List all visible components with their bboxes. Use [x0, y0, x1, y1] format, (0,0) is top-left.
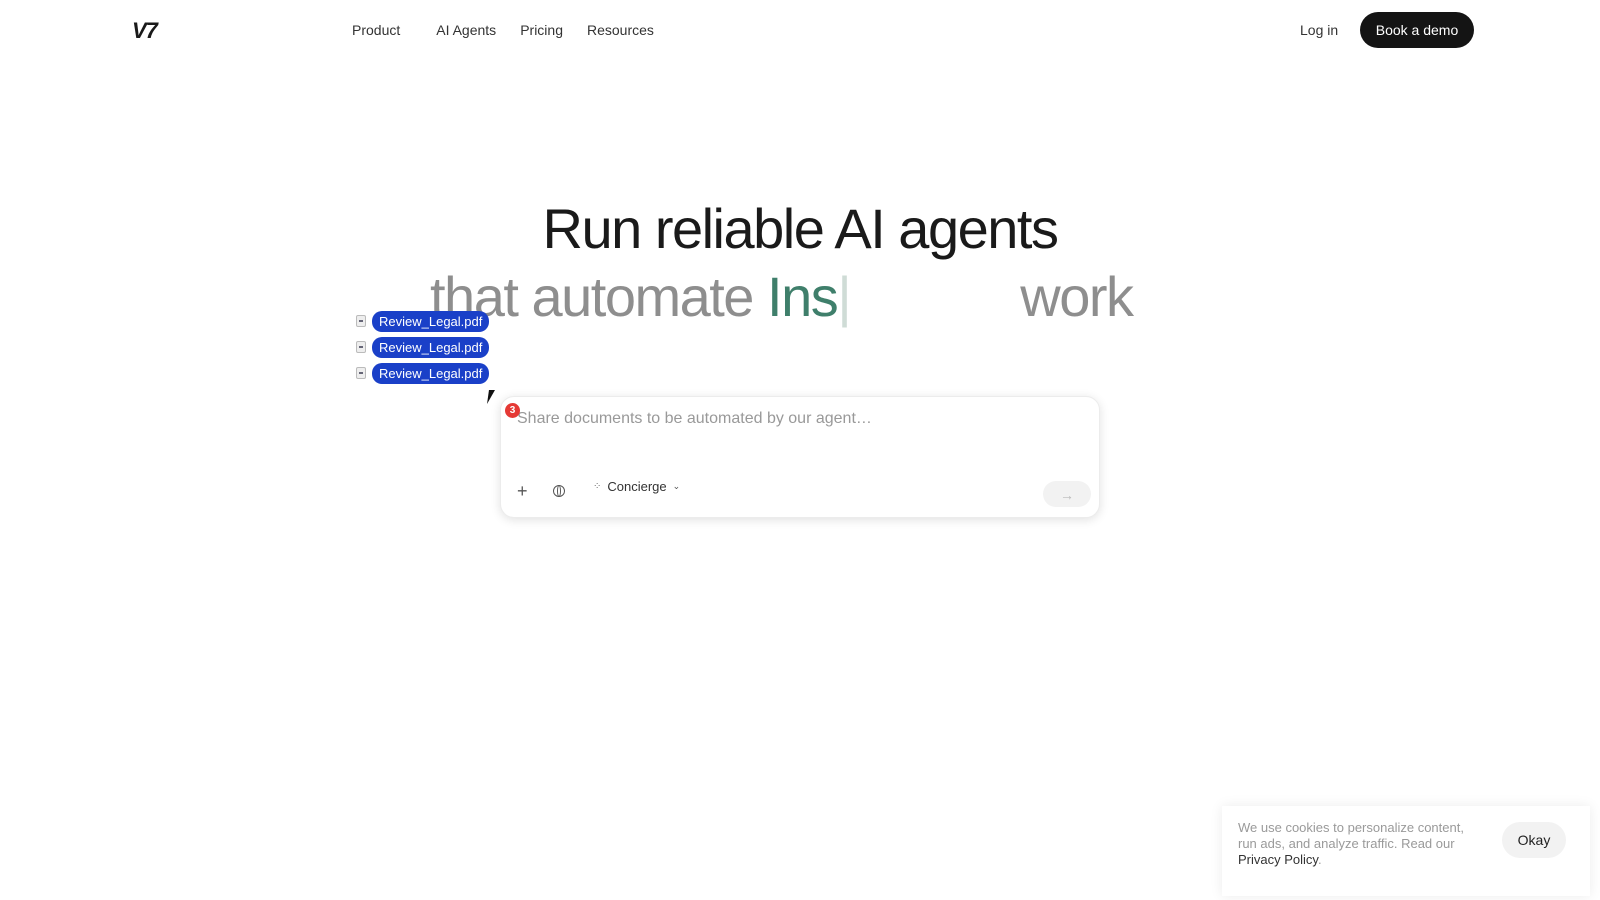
main-nav: Product AI Agents Pricing Resources: [352, 22, 678, 38]
privacy-policy-link[interactable]: Privacy Policy: [1238, 852, 1318, 867]
agent-select[interactable]: ⁘ Concierge ⌄: [593, 479, 680, 494]
pdf-file-icon: [356, 341, 366, 353]
send-button[interactable]: →: [1043, 481, 1091, 507]
cookie-banner: We use cookies to personalize content, r…: [1222, 806, 1590, 896]
composer-input[interactable]: [515, 409, 1079, 429]
cookie-message: We use cookies to personalize content, r…: [1238, 820, 1464, 851]
hero-subtitle-end: work: [1020, 265, 1134, 328]
file-chip-row[interactable]: Review_Legal.pdf: [356, 308, 490, 334]
typing-caret: |: [837, 265, 852, 328]
book-demo-button[interactable]: Book a demo: [1360, 12, 1474, 48]
agent-select-label: Concierge: [607, 479, 667, 494]
file-chip[interactable]: Review_Legal.pdf: [372, 336, 490, 358]
hero-typed-word: Ins: [767, 265, 839, 328]
globe-icon[interactable]: [553, 485, 565, 497]
file-chip[interactable]: Review_Legal.pdf: [372, 362, 490, 384]
agent-composer[interactable]: + ⁘ Concierge ⌄ →: [500, 396, 1100, 518]
pdf-file-icon: [356, 315, 366, 327]
file-chip[interactable]: Review_Legal.pdf: [372, 310, 490, 332]
nav-resources[interactable]: Resources: [587, 22, 654, 38]
nav-product[interactable]: Product: [352, 22, 400, 38]
cookie-period: .: [1317, 852, 1322, 867]
nav-ai-agents[interactable]: AI Agents: [436, 22, 496, 38]
file-chip-list: Review_Legal.pdf Review_Legal.pdf Review…: [356, 308, 490, 386]
hero-title: Run reliable AI agents: [542, 197, 1059, 260]
cookie-text: We use cookies to personalize content, r…: [1238, 820, 1478, 868]
mouse-cursor-icon: [487, 390, 495, 404]
file-chip-row[interactable]: Review_Legal.pdf: [356, 360, 490, 386]
chevron-down-icon: ⌄: [672, 481, 681, 491]
hero-subtitle: that automate Ins| work: [430, 264, 1134, 329]
file-chip-row[interactable]: Review_Legal.pdf: [356, 334, 490, 360]
nav-pricing[interactable]: Pricing: [520, 22, 563, 38]
cookie-okay-button[interactable]: Okay: [1502, 822, 1566, 858]
v7-logo[interactable]: V7: [132, 18, 158, 44]
agent-dots-icon: ⁘: [593, 481, 602, 492]
add-plus-icon[interactable]: +: [517, 481, 528, 502]
file-count-badge: 3: [505, 403, 520, 418]
pdf-file-icon: [356, 367, 366, 379]
login-link[interactable]: Log in: [1300, 22, 1338, 38]
